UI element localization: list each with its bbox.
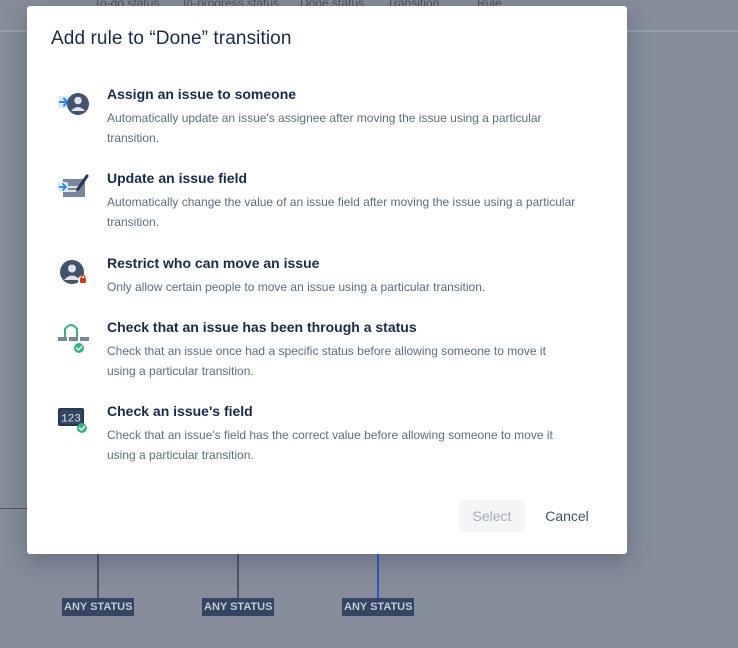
rule-title: Check that an issue has been through a s…: [107, 319, 417, 335]
rule-description: Check that an issue once had a specific …: [107, 344, 546, 378]
workflow-connector: [237, 554, 239, 598]
rule-title: Assign an issue to someone: [107, 86, 297, 102]
rule-title: Update an issue field: [107, 170, 248, 186]
assign-user-icon: [57, 86, 91, 120]
workflow-connector: [0, 508, 27, 509]
edit-field-icon: [57, 170, 91, 204]
cancel-button[interactable]: Cancel: [535, 500, 599, 532]
rule-description: Check that an issue's field has the corr…: [107, 428, 553, 462]
add-rule-dialog: Add rule to “Done” transition Assign an …: [27, 6, 627, 554]
rule-description: Automatically change the value of an iss…: [107, 195, 576, 229]
rule-description: Only allow certain people to move an iss…: [107, 280, 486, 294]
any-status-badge[interactable]: ANY STATUS: [62, 598, 135, 616]
rule-title: Restrict who can move an issue: [107, 255, 320, 271]
rule-description: Automatically update an issue's assignee…: [107, 111, 542, 145]
rule-title: Check an issue's field: [107, 403, 253, 419]
field-check-icon: 123: [57, 403, 91, 437]
svg-text:123: 123: [61, 414, 81, 426]
status-check-icon: [57, 319, 91, 353]
dialog-title: Add rule to “Done” transition: [51, 28, 292, 49]
restricted-user-icon: [57, 255, 91, 289]
any-status-badge[interactable]: ANY STATUS: [342, 598, 415, 616]
workflow-connector-active: [377, 554, 379, 598]
any-status-badge[interactable]: ANY STATUS: [202, 598, 275, 616]
workflow-connector: [97, 554, 99, 598]
select-button[interactable]: Select: [459, 500, 525, 532]
